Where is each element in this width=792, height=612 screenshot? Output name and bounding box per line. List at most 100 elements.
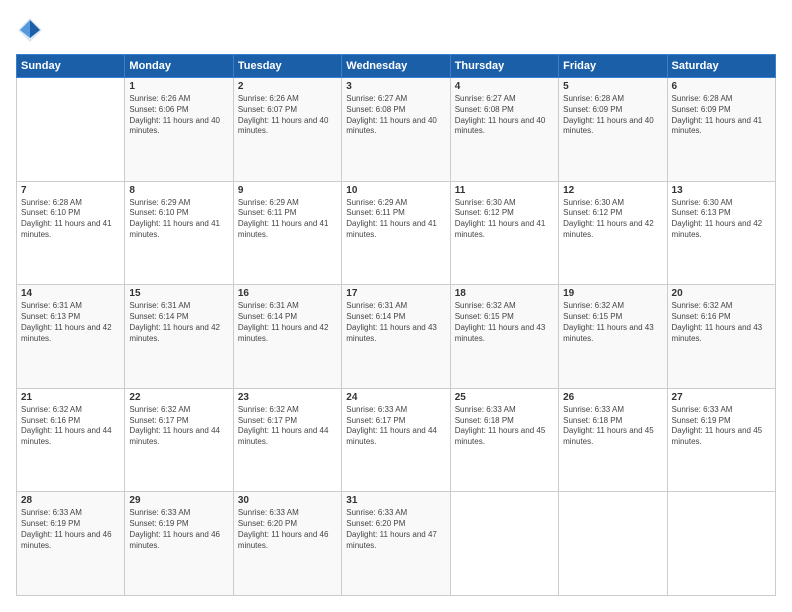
calendar-cell: 26 Sunrise: 6:33 AMSunset: 6:18 PMDayligh… <box>559 388 667 492</box>
cell-content: Sunrise: 6:30 AMSunset: 6:12 PMDaylight:… <box>563 198 662 241</box>
calendar-cell: 1Sunrise: 6:26 AMSunset: 6:06 PMDaylight… <box>125 78 233 182</box>
calendar-cell: 12Sunrise: 6:30 AMSunset: 6:12 PMDayligh… <box>559 181 667 285</box>
day-number: 25 <box>455 392 554 403</box>
day-number: 21 <box>21 392 120 403</box>
day-number: 29 <box>129 495 228 506</box>
day-number: 24 <box>346 392 445 403</box>
calendar-cell: 29 Sunrise: 6:33 AMSunset: 6:19 PMDayligh… <box>125 492 233 596</box>
calendar-cell: 16 Sunrise: 6:31 AMSunset: 6:14 PMDayligh… <box>233 285 341 389</box>
calendar-cell: 13 Sunrise: 6:30 AMSunset: 6:13 PMDayligh… <box>667 181 775 285</box>
cell-content: Sunrise: 6:29 AMSunset: 6:10 PMDaylight:… <box>129 198 228 241</box>
logo-icon <box>16 16 44 44</box>
cell-content: Sunrise: 6:30 AMSunset: 6:13 PMDaylight:… <box>672 198 771 241</box>
week-row-3: 21 Sunrise: 6:32 AMSunset: 6:16 PMDayligh… <box>17 388 776 492</box>
header-day-wednesday: Wednesday <box>342 55 450 78</box>
day-number: 11 <box>455 185 554 196</box>
calendar-cell: 23 Sunrise: 6:32 AMSunset: 6:17 PMDayligh… <box>233 388 341 492</box>
calendar-cell: 3 Sunrise: 6:27 AMSunset: 6:08 PMDaylight… <box>342 78 450 182</box>
cell-content: Sunrise: 6:33 AMSunset: 6:19 PMDaylight:… <box>129 508 228 551</box>
day-number: 23 <box>238 392 337 403</box>
calendar-cell: 18 Sunrise: 6:32 AMSunset: 6:15 PMDayligh… <box>450 285 558 389</box>
header-day-monday: Monday <box>125 55 233 78</box>
calendar-cell: 5 Sunrise: 6:28 AMSunset: 6:09 PMDaylight… <box>559 78 667 182</box>
calendar-cell: 4 Sunrise: 6:27 AMSunset: 6:08 PMDaylight… <box>450 78 558 182</box>
day-number: 30 <box>238 495 337 506</box>
cell-content: Sunrise: 6:26 AMSunset: 6:06 PMDaylight:… <box>129 94 228 137</box>
cell-content: Sunrise: 6:32 AMSunset: 6:15 PMDaylight:… <box>455 301 554 344</box>
day-number: 28 <box>21 495 120 506</box>
day-number: 19 <box>563 288 662 299</box>
cell-content: Sunrise: 6:28 AMSunset: 6:09 PMDaylight:… <box>563 94 662 137</box>
day-number: 13 <box>672 185 771 196</box>
cell-content: Sunrise: 6:33 AMSunset: 6:19 PMDaylight:… <box>21 508 120 551</box>
day-number: 26 <box>563 392 662 403</box>
calendar-cell <box>559 492 667 596</box>
day-number: 8 <box>129 185 228 196</box>
cell-content: Sunrise: 6:32 AMSunset: 6:16 PMDaylight:… <box>21 405 120 448</box>
cell-content: Sunrise: 6:32 AMSunset: 6:16 PMDaylight:… <box>672 301 771 344</box>
header-day-tuesday: Tuesday <box>233 55 341 78</box>
cell-content: Sunrise: 6:29 AMSunset: 6:11 PMDaylight:… <box>346 198 445 241</box>
week-row-4: 28 Sunrise: 6:33 AMSunset: 6:19 PMDayligh… <box>17 492 776 596</box>
day-number: 3 <box>346 81 445 92</box>
day-number: 18 <box>455 288 554 299</box>
cell-content: Sunrise: 6:33 AMSunset: 6:20 PMDaylight:… <box>346 508 445 551</box>
cell-content: Sunrise: 6:31 AMSunset: 6:14 PMDaylight:… <box>346 301 445 344</box>
week-row-0: 1Sunrise: 6:26 AMSunset: 6:06 PMDaylight… <box>17 78 776 182</box>
cell-content: Sunrise: 6:27 AMSunset: 6:08 PMDaylight:… <box>346 94 445 137</box>
cell-content: Sunrise: 6:33 AMSunset: 6:20 PMDaylight:… <box>238 508 337 551</box>
header-day-sunday: Sunday <box>17 55 125 78</box>
day-number: 5 <box>563 81 662 92</box>
calendar-cell: 7 Sunrise: 6:28 AMSunset: 6:10 PMDaylight… <box>17 181 125 285</box>
calendar-cell: 31 Sunrise: 6:33 AMSunset: 6:20 PMDayligh… <box>342 492 450 596</box>
day-number: 31 <box>346 495 445 506</box>
calendar-cell <box>450 492 558 596</box>
day-number: 20 <box>672 288 771 299</box>
calendar-cell: 25Sunrise: 6:33 AMSunset: 6:18 PMDayligh… <box>450 388 558 492</box>
calendar-cell: 10 Sunrise: 6:29 AMSunset: 6:11 PMDayligh… <box>342 181 450 285</box>
week-row-2: 14 Sunrise: 6:31 AMSunset: 6:13 PMDayligh… <box>17 285 776 389</box>
day-number: 14 <box>21 288 120 299</box>
calendar-cell: 21 Sunrise: 6:32 AMSunset: 6:16 PMDayligh… <box>17 388 125 492</box>
cell-content: Sunrise: 6:27 AMSunset: 6:08 PMDaylight:… <box>455 94 554 137</box>
calendar-cell: 9Sunrise: 6:29 AMSunset: 6:11 PMDaylight… <box>233 181 341 285</box>
cell-content: Sunrise: 6:31 AMSunset: 6:14 PMDaylight:… <box>238 301 337 344</box>
day-number: 16 <box>238 288 337 299</box>
cell-content: Sunrise: 6:28 AMSunset: 6:09 PMDaylight:… <box>672 94 771 137</box>
calendar-cell <box>667 492 775 596</box>
day-number: 9 <box>238 185 337 196</box>
calendar-header: SundayMondayTuesdayWednesdayThursdayFrid… <box>17 55 776 78</box>
calendar-cell: 6 Sunrise: 6:28 AMSunset: 6:09 PMDaylight… <box>667 78 775 182</box>
cell-content: Sunrise: 6:32 AMSunset: 6:17 PMDaylight:… <box>238 405 337 448</box>
day-number: 15 <box>129 288 228 299</box>
calendar-cell: 24Sunrise: 6:33 AMSunset: 6:17 PMDayligh… <box>342 388 450 492</box>
calendar-cell: 15Sunrise: 6:31 AMSunset: 6:14 PMDayligh… <box>125 285 233 389</box>
day-number: 7 <box>21 185 120 196</box>
cell-content: Sunrise: 6:26 AMSunset: 6:07 PMDaylight:… <box>238 94 337 137</box>
day-number: 6 <box>672 81 771 92</box>
cell-content: Sunrise: 6:33 AMSunset: 6:19 PMDaylight:… <box>672 405 771 448</box>
day-number: 10 <box>346 185 445 196</box>
calendar-cell <box>17 78 125 182</box>
cell-content: Sunrise: 6:32 AMSunset: 6:17 PMDaylight:… <box>129 405 228 448</box>
calendar-cell: 14 Sunrise: 6:31 AMSunset: 6:13 PMDayligh… <box>17 285 125 389</box>
calendar-body: 1Sunrise: 6:26 AMSunset: 6:06 PMDaylight… <box>17 78 776 596</box>
calendar-table: SundayMondayTuesdayWednesdayThursdayFrid… <box>16 54 776 596</box>
cell-content: Sunrise: 6:30 AMSunset: 6:12 PMDaylight:… <box>455 198 554 241</box>
header-row: SundayMondayTuesdayWednesdayThursdayFrid… <box>17 55 776 78</box>
calendar-cell: 17Sunrise: 6:31 AMSunset: 6:14 PMDayligh… <box>342 285 450 389</box>
cell-content: Sunrise: 6:33 AMSunset: 6:18 PMDaylight:… <box>563 405 662 448</box>
day-number: 22 <box>129 392 228 403</box>
cell-content: Sunrise: 6:32 AMSunset: 6:15 PMDaylight:… <box>563 301 662 344</box>
cell-content: Sunrise: 6:31 AMSunset: 6:13 PMDaylight:… <box>21 301 120 344</box>
calendar-cell: 28 Sunrise: 6:33 AMSunset: 6:19 PMDayligh… <box>17 492 125 596</box>
cell-content: Sunrise: 6:28 AMSunset: 6:10 PMDaylight:… <box>21 198 120 241</box>
header-day-saturday: Saturday <box>667 55 775 78</box>
day-number: 4 <box>455 81 554 92</box>
page: SundayMondayTuesdayWednesdayThursdayFrid… <box>0 0 792 612</box>
calendar-cell: 11 Sunrise: 6:30 AMSunset: 6:12 PMDayligh… <box>450 181 558 285</box>
header <box>16 16 776 44</box>
calendar-cell: 2Sunrise: 6:26 AMSunset: 6:07 PMDaylight… <box>233 78 341 182</box>
calendar-cell: 19 Sunrise: 6:32 AMSunset: 6:15 PMDayligh… <box>559 285 667 389</box>
calendar-cell: 20 Sunrise: 6:32 AMSunset: 6:16 PMDayligh… <box>667 285 775 389</box>
